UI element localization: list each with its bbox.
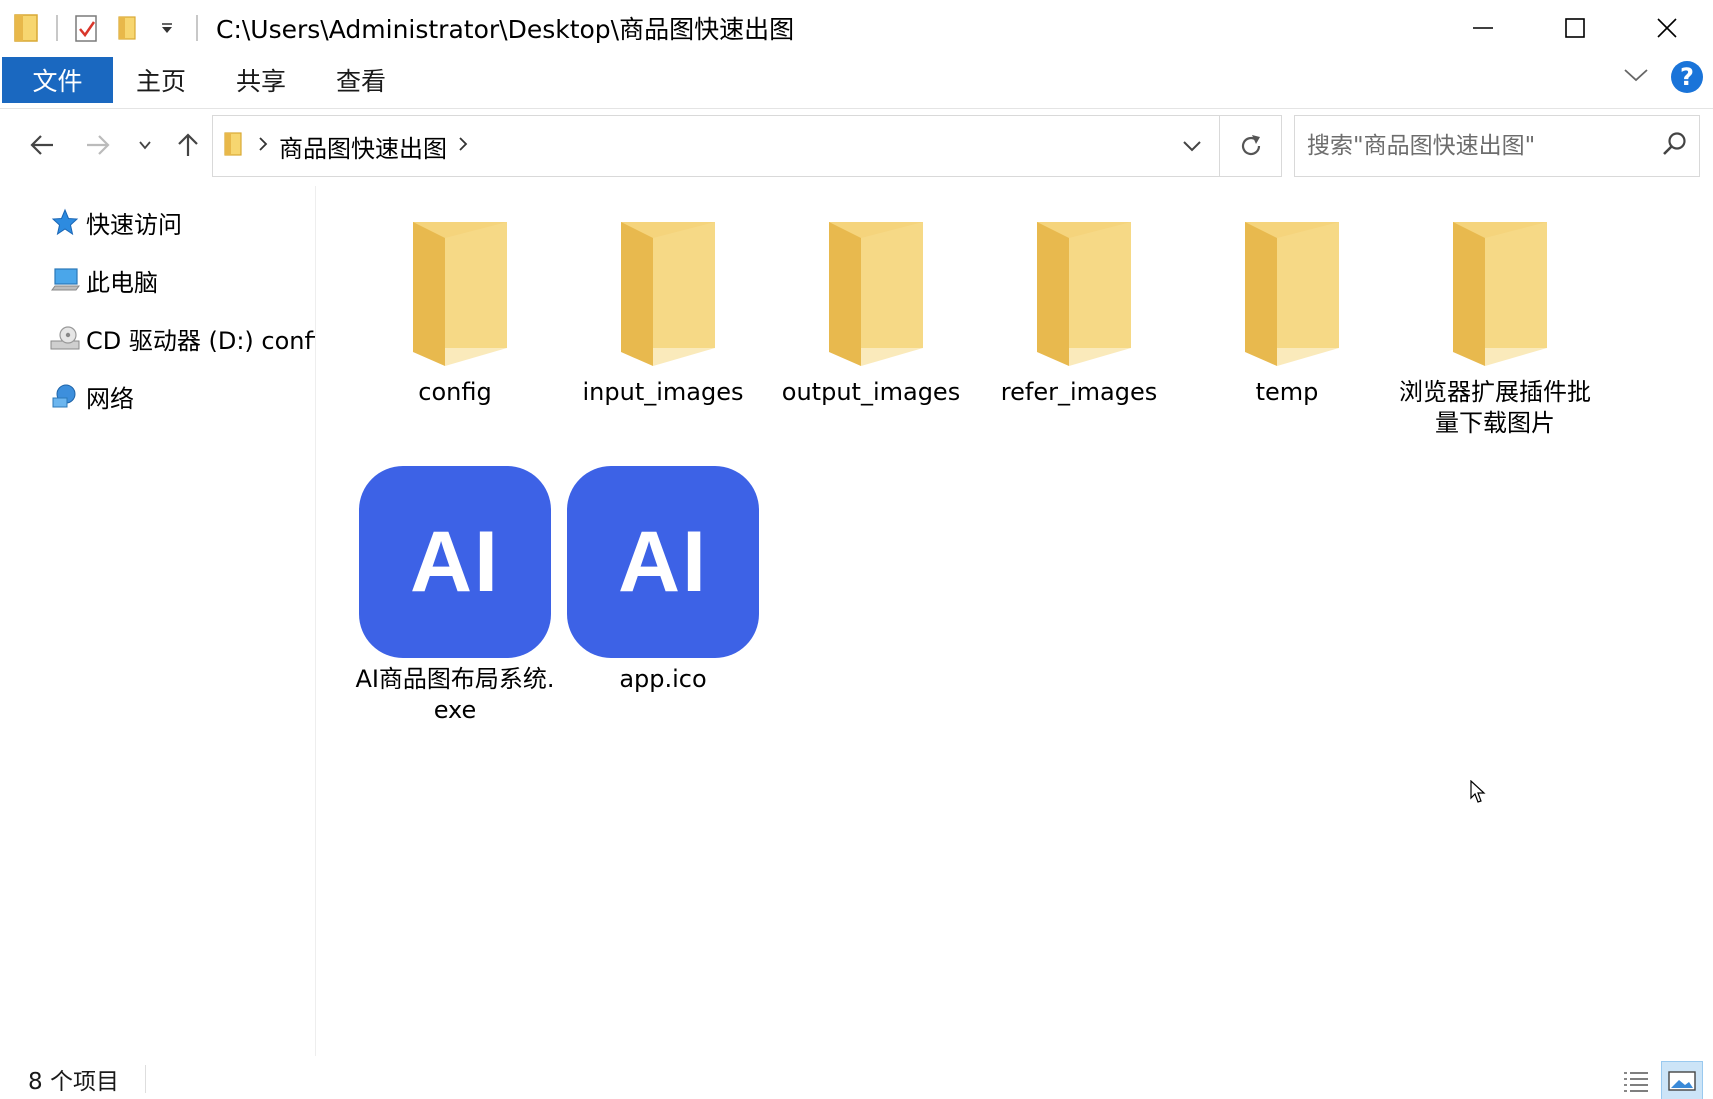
- sidebar-item-label: 此电脑: [86, 268, 158, 297]
- maximize-icon: [1565, 18, 1585, 38]
- file-item-ico[interactable]: AI app.ico: [563, 466, 763, 695]
- file-item-label: 浏览器扩展插件批量下载图片: [1399, 378, 1591, 437]
- file-item-folder[interactable]: temp: [1187, 216, 1387, 408]
- folder-icon: [621, 222, 715, 366]
- maximize-button[interactable]: [1529, 0, 1621, 56]
- close-icon: [1657, 18, 1677, 38]
- expand-ribbon-button[interactable]: [1623, 67, 1649, 87]
- window-folder-icon[interactable]: [12, 11, 42, 45]
- chevron-down-icon: [1183, 141, 1201, 152]
- ribbon: 文件 主页 共享 查看 ?: [0, 57, 1713, 109]
- computer-icon: [50, 265, 80, 295]
- folder-icon: [1037, 222, 1131, 366]
- item-count: 8 个项目: [28, 1068, 119, 1095]
- cd-drive-icon: [50, 323, 80, 353]
- breadcrumb-segment[interactable]: 商品图快速出图: [279, 129, 447, 164]
- tab-view[interactable]: 查看: [336, 57, 386, 103]
- file-item-label: app.ico: [619, 665, 707, 693]
- arrow-up-icon: [178, 133, 198, 156]
- address-bar[interactable]: 商品图快速出图: [212, 115, 1282, 177]
- details-view-icon: [1624, 1072, 1648, 1092]
- file-view: config input_images output_images refer_…: [318, 186, 1713, 1056]
- sidebar-item-label: 网络: [86, 384, 134, 413]
- file-item-exe[interactable]: AI AI商品图布局系统.exe: [355, 466, 555, 726]
- arrow-right-icon: [87, 135, 110, 155]
- properties-icon[interactable]: [72, 11, 102, 45]
- status-separator: [144, 1064, 146, 1093]
- window-title: C:\Users\Administrator\Desktop\商品图快速出图: [216, 15, 795, 44]
- search-box[interactable]: [1294, 115, 1700, 177]
- search-input[interactable]: [1307, 133, 1647, 159]
- title-bar: C:\Users\Administrator\Desktop\商品图快速出图: [0, 0, 1713, 56]
- recent-locations-button[interactable]: [134, 113, 156, 177]
- file-item-label: temp: [1255, 378, 1319, 406]
- chevron-right-icon[interactable]: [457, 136, 469, 156]
- view-switcher: [1611, 1061, 1703, 1099]
- mouse-cursor-icon: [1470, 779, 1486, 808]
- address-history-button[interactable]: [1165, 116, 1219, 176]
- help-button[interactable]: ?: [1671, 61, 1703, 93]
- file-item-label: refer_images: [1000, 378, 1158, 406]
- window-controls: [1437, 0, 1713, 56]
- close-button[interactable]: [1621, 0, 1713, 56]
- file-item-folder[interactable]: config: [355, 216, 555, 408]
- sidebar-item-network[interactable]: 网络: [50, 376, 134, 416]
- folder-icon: [1453, 222, 1547, 366]
- file-item-label: config: [418, 378, 492, 406]
- folder-icon: [829, 222, 923, 366]
- sidebar-item-this-pc[interactable]: 此电脑: [50, 260, 158, 300]
- sidebar-item-label: CD 驱动器 (D:) config: [86, 326, 316, 355]
- sidebar-item-quick-access[interactable]: 快速访问: [50, 202, 182, 242]
- toolbar-separator: [56, 15, 58, 41]
- minimize-icon: [1473, 27, 1493, 29]
- file-item-folder[interactable]: refer_images: [979, 216, 1179, 408]
- file-item-label: output_images: [781, 378, 961, 406]
- sidebar-item-cd-drive[interactable]: CD 驱动器 (D:) config: [50, 318, 316, 358]
- navigation-pane: 快速访问 此电脑 CD 驱动器 (D:) config 网络: [0, 186, 316, 1056]
- network-icon: [50, 381, 80, 411]
- sidebar-item-label: 快速访问: [86, 210, 182, 239]
- chevron-down-icon: [1624, 69, 1648, 82]
- status-bar: 8 个项目: [0, 1058, 1713, 1099]
- file-item-folder[interactable]: input_images: [563, 216, 763, 408]
- navigation-bar: 商品图快速出图: [0, 113, 1713, 177]
- star-icon: [50, 207, 80, 237]
- new-folder-icon[interactable]: [112, 11, 142, 45]
- tab-share[interactable]: 共享: [236, 57, 286, 103]
- folder-icon: [1245, 222, 1339, 366]
- ribbon-right-controls: ?: [1623, 61, 1703, 93]
- file-item-folder[interactable]: output_images: [771, 216, 971, 408]
- folder-icon: [223, 130, 243, 162]
- chevron-right-icon[interactable]: [257, 136, 269, 156]
- file-item-folder[interactable]: 浏览器扩展插件批量下载图片: [1395, 216, 1595, 439]
- up-button[interactable]: [170, 113, 206, 177]
- app-ai-icon: AI: [359, 466, 551, 658]
- folder-icon: [413, 222, 507, 366]
- file-item-label: input_images: [582, 378, 744, 406]
- chevron-down-icon: [139, 141, 151, 150]
- minimize-button[interactable]: [1437, 0, 1529, 56]
- toolbar-separator: [196, 15, 198, 41]
- tab-file[interactable]: 文件: [2, 57, 113, 103]
- search-icon[interactable]: [1661, 130, 1689, 162]
- details-view-button[interactable]: [1615, 1061, 1657, 1099]
- refresh-button[interactable]: [1219, 116, 1281, 176]
- app-ai-icon: AI: [567, 466, 759, 658]
- large-icons-view-button[interactable]: [1661, 1061, 1703, 1099]
- file-item-label: AI商品图布局系统.exe: [355, 665, 555, 724]
- large-icons-view-icon: [1668, 1071, 1696, 1091]
- forward-button[interactable]: [78, 113, 118, 177]
- customize-toolbar-chevron-icon[interactable]: [152, 11, 182, 45]
- refresh-icon: [1241, 135, 1260, 156]
- quick-access-toolbar: [0, 0, 212, 56]
- arrow-left-icon: [30, 135, 53, 155]
- tab-home[interactable]: 主页: [136, 57, 186, 103]
- back-button[interactable]: [22, 113, 62, 177]
